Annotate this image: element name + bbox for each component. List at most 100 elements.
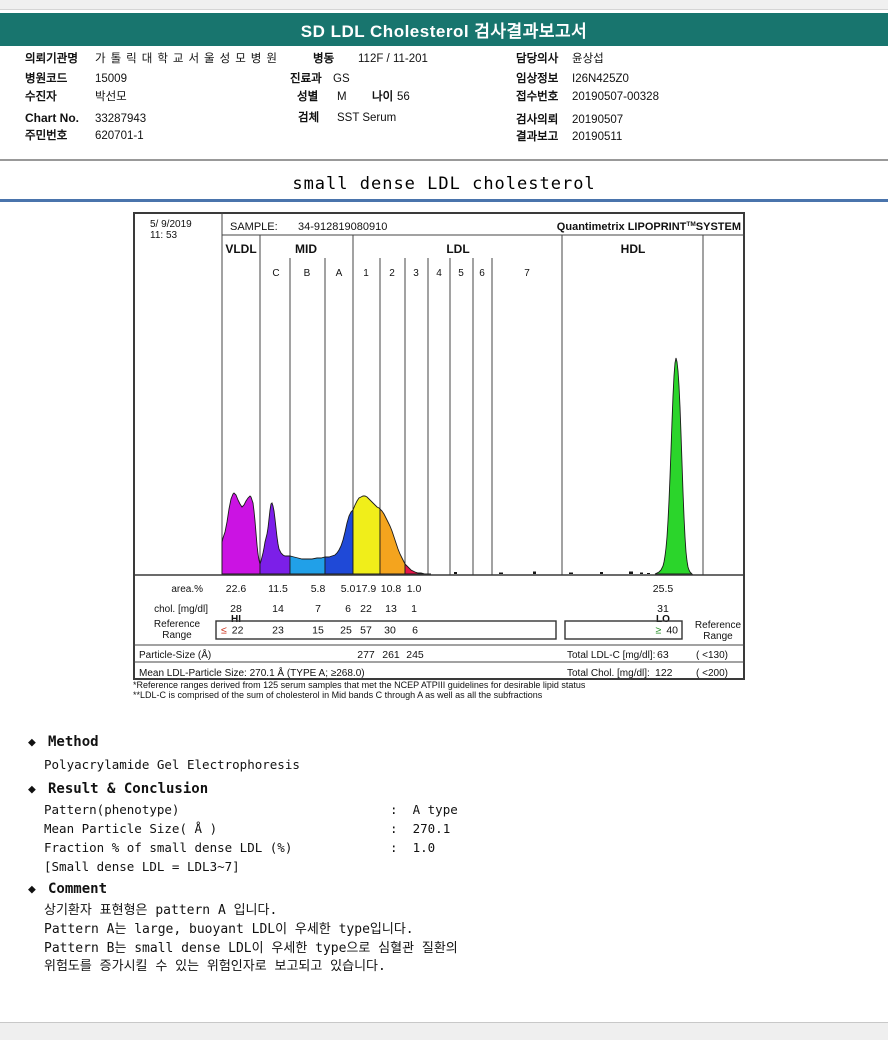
subband-label: 1 (363, 268, 369, 279)
chart-date: 5/ 9/2019 (150, 219, 192, 230)
comment-line: Pattern A는 large, buoyant LDL이 우세한 type입… (44, 922, 414, 937)
ref-value-vldl: ≤22 (221, 625, 244, 637)
window-bottom-strip (0, 1022, 888, 1040)
result-row: Fraction % of small dense LDL (%): 1.0 (44, 840, 435, 855)
field-label: 진료과 (290, 73, 322, 85)
field-value: 가톨릭대학교서울성모병원 (95, 53, 282, 65)
field-value: 박선모 (95, 91, 127, 103)
field-label: 주민번호 (25, 130, 68, 142)
method-heading: ◆ Method (28, 734, 99, 750)
field-value: 20190507-00328 (572, 91, 659, 103)
result-row: Pattern(phenotype): A type (44, 802, 458, 817)
subband-label: B (304, 268, 311, 279)
patient-row: 병동 112F / 11-201 (313, 52, 428, 66)
patient-row: 의뢰기관명 가톨릭대학교서울성모병원 (25, 52, 282, 66)
field-label: 검체 (298, 112, 320, 124)
chol-value: 13 (385, 603, 397, 615)
particle-value: 277 (357, 649, 375, 661)
ref-range-label-right: Reference (695, 620, 742, 631)
particle-row-label: Particle-Size (Å) (139, 648, 211, 661)
area-value: 17.9 (356, 583, 377, 595)
field-value: 112F / 11-201 (358, 53, 428, 65)
field-value: SST Serum (337, 112, 397, 124)
field-label: 임상정보 (516, 73, 559, 85)
field-value: 56 (397, 91, 410, 103)
chart-time: 11: 53 (150, 230, 177, 241)
flag-lo: LO (656, 614, 670, 625)
field-value: M (337, 91, 347, 103)
area-value: 5.8 (311, 583, 326, 595)
ref-value: 15 (312, 625, 324, 637)
area-value: 22.6 (226, 583, 247, 595)
sample-label: SAMPLE: (230, 221, 278, 233)
result-note: [Small dense LDL = LDL3~7] (44, 859, 240, 874)
mid-b-peak (289, 555, 326, 575)
chart-border (133, 212, 745, 680)
area-value: 11.5 (268, 583, 288, 595)
field-label: 의뢰기관명 (25, 53, 78, 65)
subband-label: C (272, 268, 279, 279)
ref-range-label-left: Reference (154, 619, 201, 630)
field-value: 20190507 (572, 114, 624, 126)
field-label: 나이 (372, 91, 394, 103)
method-body: Polyacrylamide Gel Electrophoresis (44, 757, 300, 772)
area-value: 25.5 (653, 583, 674, 595)
patient-row: 임상정보 I26N425Z0 (516, 72, 629, 86)
field-value: 33287943 (95, 113, 147, 125)
result-sep: : (390, 840, 398, 855)
comment-line: Pattern B는 small dense LDL이 우세한 type으로 심… (44, 941, 458, 956)
ref-range-label-right2: Range (703, 631, 733, 642)
result-row: Mean Particle Size( Å ): 270.1 (44, 821, 450, 836)
total-ldl-label: Total LDL-C [mg/dl]: (567, 650, 655, 661)
chol-value: 7 (315, 603, 321, 615)
diamond-bullet-icon: ◆ (28, 882, 36, 897)
result-sep: : (390, 802, 398, 817)
result-value: 1.0 (412, 840, 436, 855)
patient-row: 병원코드 15009 (25, 72, 127, 86)
field-label: 접수번호 (516, 91, 559, 103)
result-sep: : (390, 821, 398, 836)
particle-values: 277 261 245 (357, 649, 424, 661)
field-value: 620701-1 (95, 130, 144, 142)
result-value: 270.1 (412, 821, 451, 836)
flag-hi: HI (231, 614, 241, 625)
diamond-bullet-icon: ◆ (28, 735, 36, 750)
chol-row-label: chol. [mg/dl] (154, 604, 208, 615)
field-value: I26N425Z0 (572, 73, 629, 85)
field-label: 병동 (313, 53, 335, 65)
band-label-mid: MID (295, 242, 317, 256)
report-header-bar: SD LDL Cholesterol 검사결과보고서 (0, 13, 888, 46)
total-chol-ref: ( <200) (696, 668, 728, 679)
ref-value: 30 (384, 625, 396, 637)
chol-value: 1 (411, 603, 417, 615)
area-value: 10.8 (381, 583, 402, 595)
accent-divider-line (0, 199, 888, 202)
report-title: SD LDL Cholesterol 검사결과보고서 (300, 22, 588, 41)
field-label: 성별 (297, 91, 319, 103)
ldl1-peak (352, 495, 381, 575)
lipoprint-chart: 5/ 9/2019 11: 53 SAMPLE: 34-912819080910… (133, 212, 745, 680)
patient-row: 진료과 GS (290, 72, 350, 86)
patient-row: 검체 SST Serum (298, 111, 396, 125)
comment-heading: ◆ Comment (28, 881, 108, 897)
comment-line: 위험도를 증가시킬 수 있는 위험인자로 보고되고 있습니다. (44, 959, 386, 974)
area-value: 5.0 (341, 583, 356, 595)
total-chol-value: 122 (655, 667, 673, 679)
lipoprint-brand: Quantimetrix LIPOPRINTTMSYSTEM (557, 221, 741, 233)
divider-line (0, 159, 888, 161)
patient-row: 주민번호 620701-1 (25, 129, 144, 143)
window-top-strip (0, 0, 888, 10)
ref-value: 23 (272, 625, 284, 637)
band-label-ldl: LDL (446, 242, 469, 256)
subband-label: 5 (458, 268, 464, 279)
field-label: 검사의뢰 (516, 114, 559, 126)
chart-footnotes: *Reference ranges derived from 125 serum… (133, 680, 585, 700)
chol-value: 6 (345, 603, 351, 615)
ref-value: 25 (340, 625, 352, 637)
chol-value: 14 (272, 603, 284, 615)
diamond-bullet-icon: ◆ (28, 782, 36, 797)
result-name: Pattern(phenotype) (44, 802, 180, 817)
field-label: 병원코드 (25, 73, 68, 85)
field-value: 윤상섭 (572, 53, 604, 65)
patient-row: 담당의사 윤상섭 (516, 52, 604, 66)
